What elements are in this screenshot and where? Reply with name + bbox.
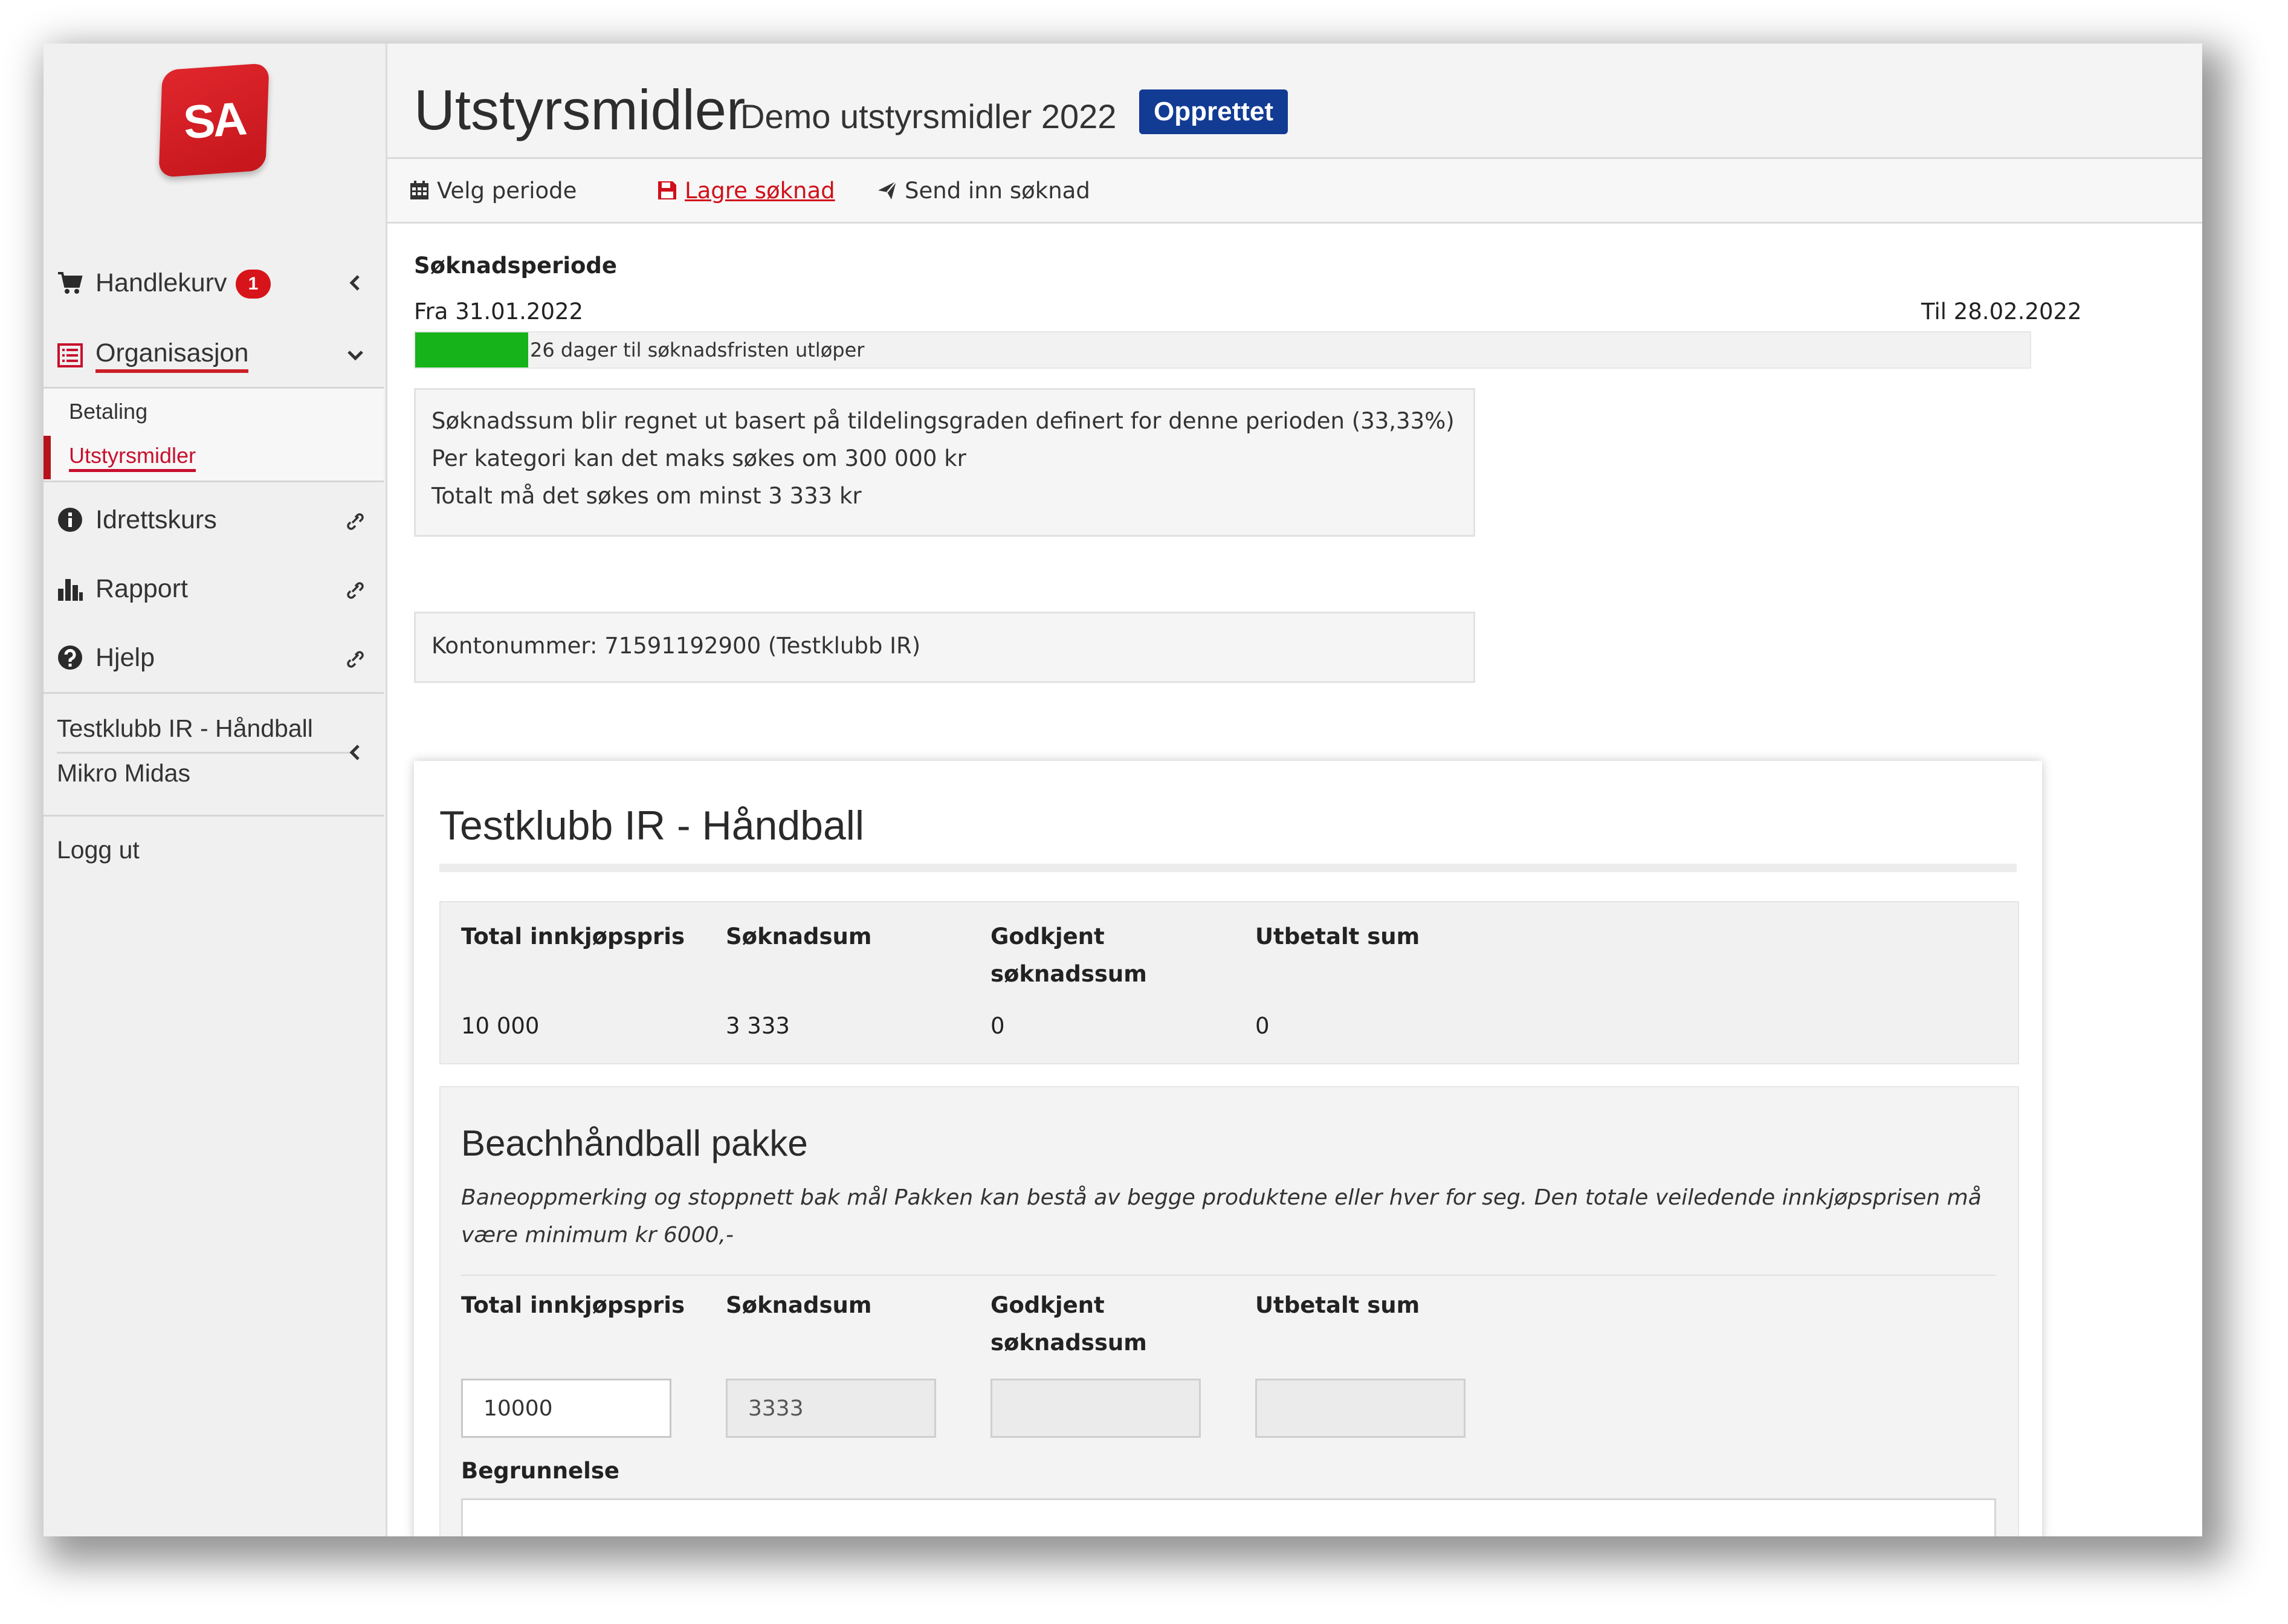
sidebar-divider [44,480,384,482]
page-subtitle: Demo utstyrsmidler 2022 [740,97,1117,135]
cart-count-badge: 1 [236,270,271,299]
sidebar-subitem-label: Utstyrsmidler [69,443,196,472]
sidebar-item-label: Handlekurv [95,268,227,297]
info-circle-icon [58,508,82,532]
save-application-button[interactable]: Lagre søknad [657,159,835,222]
toolbar-label: Send inn søknad [905,177,1090,204]
deadline-progress-fill [415,332,529,367]
sidebar-subitem-utstyrsmidler[interactable]: Utstyrsmidler [44,436,391,479]
main-content: Utstyrsmidler Demo utstyrsmidler 2022 Op… [387,44,2202,1536]
sidebar-item-label: Idrettskurs [95,505,217,534]
info-box: Søknadssum blir regnet ut basert på tild… [414,388,1475,537]
club-title: Testklubb IR - Håndball [439,803,865,849]
sidebar-item-rapport[interactable]: Rapport [44,558,384,619]
sidebar: SA Handlekurv 1 Organisasjon Betaling Ut… [44,44,387,1536]
summary-col-header: Utbetalt sum [1255,924,1420,949]
page-header: Utstyrsmidler Demo utstyrsmidler 2022 Op… [387,44,2202,159]
summary-col-header: Godkjent søknadssum [990,924,1147,987]
chevron-left-icon[interactable] [345,273,366,293]
approved-sum-input [990,1379,1201,1438]
submit-application-button[interactable]: Send inn søknad [877,159,1090,222]
sidebar-subitem-betaling[interactable]: Betaling [44,390,384,433]
account-box: Kontonummer: 71591192900 (Testklubb IR) [414,612,1475,683]
period-heading: Søknadsperiode [414,253,617,279]
logout-link[interactable]: Logg ut [57,836,140,864]
paid-sum-input [1255,1379,1466,1438]
list-icon [57,343,83,367]
question-circle-icon [58,645,82,670]
package-title: Beachhåndball pakke [461,1123,808,1163]
app-window: SA Handlekurv 1 Organisasjon Betaling Ut… [44,44,2202,1536]
calendar-icon [410,181,428,199]
status-badge: Opprettet [1139,89,1288,134]
total-price-input[interactable] [461,1379,671,1438]
period-from: Fra 31.01.2022 [414,299,584,325]
package-col-header: Utbetalt sum [1255,1292,1420,1318]
send-icon [878,181,897,199]
sa-logo[interactable]: SA [158,63,270,178]
summary-col-header: Total innkjøpspris [461,924,685,949]
toolbar: Velg periode Lagre søknad Send inn søkna… [387,159,2202,224]
save-icon [658,181,676,199]
reason-textarea[interactable] [461,1498,1996,1536]
user-organisation: Testklubb IR - Håndball [57,714,313,742]
club-summary: Total innkjøpspris Søknadsum Godkjent sø… [439,901,2019,1064]
package-col-header: Godkjent søknadssum [990,1292,1147,1356]
toolbar-label: Lagre søknad [685,177,835,204]
sidebar-divider [44,815,384,817]
sidebar-item-cart[interactable]: Handlekurv 1 [44,253,384,313]
logo-text: SA [181,91,247,149]
sidebar-item-label: Rapport [95,574,188,603]
select-period-button[interactable]: Velg periode [409,159,577,222]
info-line: Søknadssum blir regnet ut basert på tild… [431,408,1455,434]
chevron-down-icon[interactable] [345,345,366,366]
package-col-header: Søknadsum [726,1292,872,1318]
cart-icon [58,272,83,294]
reason-label: Begrunnelse [461,1458,619,1484]
package-section: Beachhåndball pakke Baneoppmerking og st… [439,1086,2019,1536]
sidebar-submenu: Betaling Utstyrsmidler [44,389,384,480]
external-link-icon [347,582,364,599]
external-link-icon [347,651,364,668]
summary-total-value: 10 000 [461,1013,540,1039]
user-divider [57,752,351,754]
sidebar-item-label: Organisasjon [95,338,249,373]
user-name: Mikro Midas [57,759,190,787]
package-description: Baneoppmerking og stoppnett bak mål Pakk… [461,1185,1982,1247]
package-col-header: Total innkjøpspris [461,1292,685,1318]
club-card: Testklubb IR - Håndball Total innkjøpspr… [414,761,2042,1536]
page-title: Utstyrsmidler [414,78,746,141]
external-link-icon [347,513,364,530]
info-line: Per kategori kan det maks søkes om 300 0… [431,445,966,471]
account-number: Kontonummer: 71591192900 (Testklubb IR) [431,633,921,659]
summary-applied-value: 3 333 [726,1013,790,1039]
toolbar-label: Velg periode [437,177,577,204]
sidebar-item-label: Hjelp [95,642,155,672]
deadline-progress-label: 26 dager til søknadsfristen utløper [530,338,865,361]
summary-paid-value: 0 [1255,1013,1270,1039]
info-line: Totalt må det søkes om minst 3 333 kr [431,483,862,509]
deadline-progress-bar: 26 dager til søknadsfristen utløper [414,331,2031,369]
sidebar-item-idrettskurs[interactable]: Idrettskurs [44,490,384,550]
applied-sum-input [726,1379,936,1438]
user-block[interactable]: Testklubb IR - Håndball Mikro Midas [44,694,384,814]
sidebar-subitem-label: Betaling [69,399,148,424]
club-title-rule [439,864,2017,872]
sidebar-item-organisation[interactable]: Organisasjon [44,325,384,386]
summary-col-header: Søknadsum [726,924,872,949]
period-to: Til 28.02.2022 [1921,299,2082,325]
bar-chart-icon [58,579,83,601]
sidebar-item-hjelp[interactable]: Hjelp [44,627,384,688]
chevron-left-icon[interactable] [345,742,366,763]
package-divider [461,1275,1996,1276]
summary-approved-value: 0 [990,1013,1005,1039]
